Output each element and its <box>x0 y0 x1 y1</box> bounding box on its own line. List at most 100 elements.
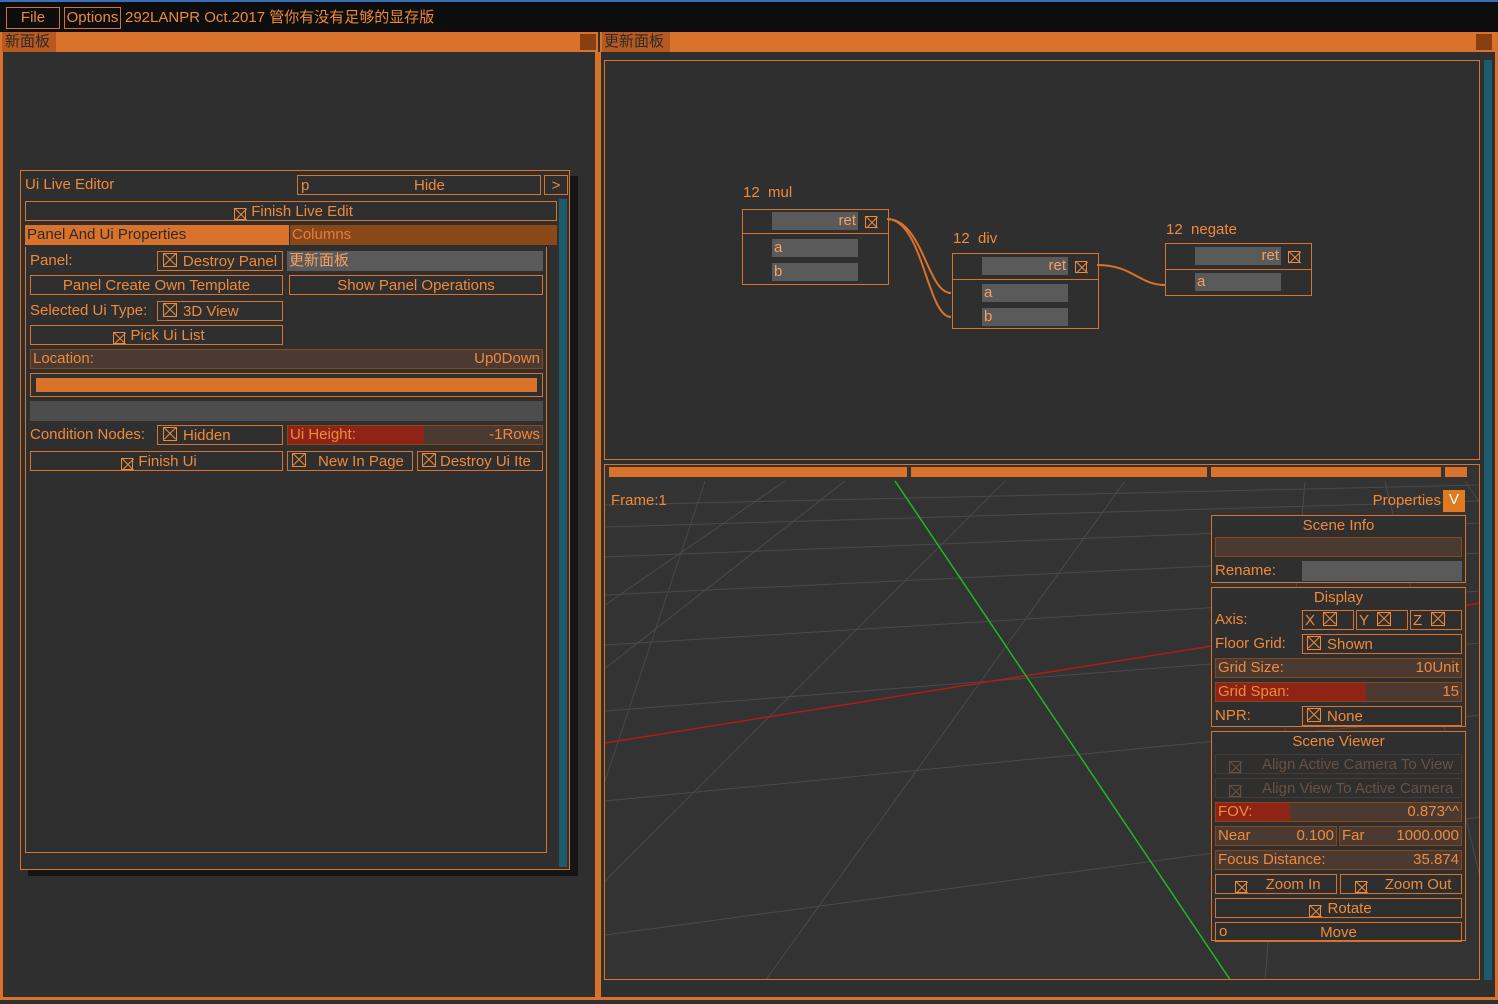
axis-y-label: Y <box>1359 612 1370 629</box>
left-panel-tab[interactable]: 新面板 <box>2 32 56 52</box>
rename-input[interactable] <box>1302 561 1462 581</box>
node-div[interactable]: ret a b <box>952 253 1099 329</box>
node-div-header[interactable]: 12 div <box>953 229 1073 249</box>
location-bar-container <box>30 373 543 397</box>
scene-info-panel: Scene Info Rename: <box>1211 515 1466 583</box>
node-div-input-a[interactable]: a <box>982 284 1068 302</box>
axis-label: Axis: <box>1215 611 1248 628</box>
node-div-output[interactable]: ret <box>982 257 1068 275</box>
node-negate-input-a[interactable]: a <box>1195 273 1281 291</box>
move-button[interactable]: o Move <box>1215 922 1462 942</box>
finish-live-edit-button[interactable]: Finish Live Edit <box>25 201 557 221</box>
pick-ui-list-button[interactable]: Pick Ui List <box>30 325 283 345</box>
node-div-output-icon[interactable] <box>1075 261 1087 273</box>
location-bar[interactable] <box>36 378 537 392</box>
move-label: Move <box>1320 924 1357 941</box>
show-panel-operations-button[interactable]: Show Panel Operations <box>289 275 543 295</box>
node-mul-input-b[interactable]: b <box>772 263 858 281</box>
node-mul-output[interactable]: ret <box>772 212 858 230</box>
left-panel-handle[interactable] <box>580 34 596 50</box>
viewport-toolbar-1[interactable] <box>609 467 907 477</box>
rename-label: Rename: <box>1215 562 1276 579</box>
left-panel-header: 新面板 <box>0 32 598 52</box>
near-field[interactable]: Near 0.100 <box>1215 826 1337 846</box>
condition-nodes-dropdown[interactable]: Hidden <box>157 425 283 445</box>
right-panel-header: 更新面板 <box>600 32 1498 52</box>
npr-dropdown[interactable]: None <box>1302 706 1462 726</box>
node-mul-name: mul <box>768 184 793 201</box>
node-mul-output-icon[interactable] <box>865 216 877 228</box>
node-mul[interactable]: ret a b <box>742 209 889 285</box>
align-camera-to-view-button[interactable]: Align Active Camera To View <box>1215 754 1462 774</box>
finish-live-edit-label: Finish Live Edit <box>251 203 353 220</box>
focus-distance-field[interactable]: Focus Distance: 35.874 <box>1215 850 1462 870</box>
right-panel-scrollbar[interactable] <box>1484 60 1492 980</box>
finish-ui-button[interactable]: Finish Ui <box>30 451 283 471</box>
selected-ui-type-dropdown[interactable]: 3D View <box>157 301 283 321</box>
viewport-toolbar-4[interactable] <box>1445 467 1467 477</box>
editor-scrollbar[interactable] <box>559 199 567 867</box>
file-menu[interactable]: File <box>6 7 60 29</box>
viewport-3d[interactable]: Frame:1 Properties V Scene Info Rename: … <box>604 464 1480 980</box>
floor-grid-value: Shown <box>1327 636 1373 653</box>
npr-checkbox-icon <box>1307 708 1321 722</box>
node-mul-header[interactable]: 12 mul <box>743 183 863 203</box>
condition-checkbox-icon <box>163 427 177 441</box>
expand-button[interactable]: > <box>544 175 568 195</box>
node-mul-input-a[interactable]: a <box>772 239 858 257</box>
tab-panel-and-ui-properties[interactable]: Panel And Ui Properties <box>25 225 289 245</box>
rotate-button[interactable]: Rotate <box>1215 898 1462 918</box>
panel-name-field[interactable]: 更新面板 <box>287 251 543 271</box>
axis-z-label: Z <box>1413 612 1423 629</box>
scene-info-name-field[interactable] <box>1215 537 1462 557</box>
far-field[interactable]: Far 1000.000 <box>1339 826 1462 846</box>
grid-line-v-6 <box>1464 480 1479 503</box>
options-menu[interactable]: Options <box>64 7 121 29</box>
viewport-toolbar-2[interactable] <box>911 467 1207 477</box>
hide-label: Hide <box>414 177 445 194</box>
ui-height-value: -1Rows <box>489 426 540 443</box>
node-negate-output-icon[interactable] <box>1288 251 1300 263</box>
location-label: Location: <box>33 350 94 367</box>
ui-type-value: 3D View <box>183 303 239 320</box>
node-negate[interactable]: ret a <box>1165 243 1312 296</box>
app-title: 292LANPR Oct.2017 管你有没有足够的显存版 <box>125 9 435 26</box>
destroy-ui-item-button[interactable]: Destroy Ui Ite <box>417 451 543 471</box>
align-view-to-camera-button[interactable]: Align View To Active Camera <box>1215 778 1462 798</box>
new-in-page-button[interactable]: New In Page <box>287 451 413 471</box>
axis-x-toggle[interactable]: X <box>1302 610 1354 630</box>
location-row[interactable]: Location: Up0Down <box>30 349 543 369</box>
fov-slider[interactable]: FOV: 0.873^^ <box>1215 802 1462 822</box>
display-title: Display <box>1313 589 1364 606</box>
move-key: o <box>1219 923 1228 940</box>
empty-field[interactable] <box>30 401 543 421</box>
tab-columns[interactable]: Columns <box>290 225 557 245</box>
destroy-panel-button[interactable]: Destroy Panel <box>157 251 283 271</box>
floor-grid-checkbox-icon <box>1307 636 1321 650</box>
properties-toggle-button[interactable]: V <box>1443 490 1465 512</box>
zoom-out-button[interactable]: Zoom Out <box>1340 874 1462 894</box>
viewport-toolbar-3[interactable] <box>1211 467 1441 477</box>
panel-create-template-button[interactable]: Panel Create Own Template <box>30 275 283 295</box>
right-panel-handle[interactable] <box>1476 34 1492 50</box>
location-value: Up0Down <box>474 350 540 367</box>
finish-ui-label: Finish Ui <box>138 453 197 470</box>
node-div-input-b[interactable]: b <box>982 308 1068 326</box>
zoom-in-checkbox-icon <box>1235 881 1248 893</box>
axis-z-toggle[interactable]: Z <box>1410 610 1462 630</box>
grid-span-slider[interactable]: Grid Span: 15 <box>1215 682 1462 702</box>
axis-y-toggle[interactable]: Y <box>1356 610 1408 630</box>
editor-search-input[interactable]: p Hide <box>297 175 541 195</box>
right-panel-tab[interactable]: 更新面板 <box>602 32 670 52</box>
condition-nodes-label: Condition Nodes: <box>30 426 146 443</box>
zoom-in-button[interactable]: Zoom In <box>1215 874 1337 894</box>
node-mul-divider <box>743 233 888 234</box>
frame-label: Frame:1 <box>611 492 667 509</box>
node-negate-output[interactable]: ret <box>1195 247 1281 265</box>
ui-height-slider[interactable]: Ui Height: -1Rows <box>287 425 543 445</box>
node-mul-count: 12 <box>743 184 760 201</box>
floor-grid-toggle[interactable]: Shown <box>1302 634 1462 654</box>
node-negate-header[interactable]: 12 negate <box>1166 220 1286 240</box>
floor-grid-label: Floor Grid: <box>1215 635 1286 652</box>
grid-size-slider[interactable]: Grid Size: 10Unit <box>1215 658 1462 678</box>
